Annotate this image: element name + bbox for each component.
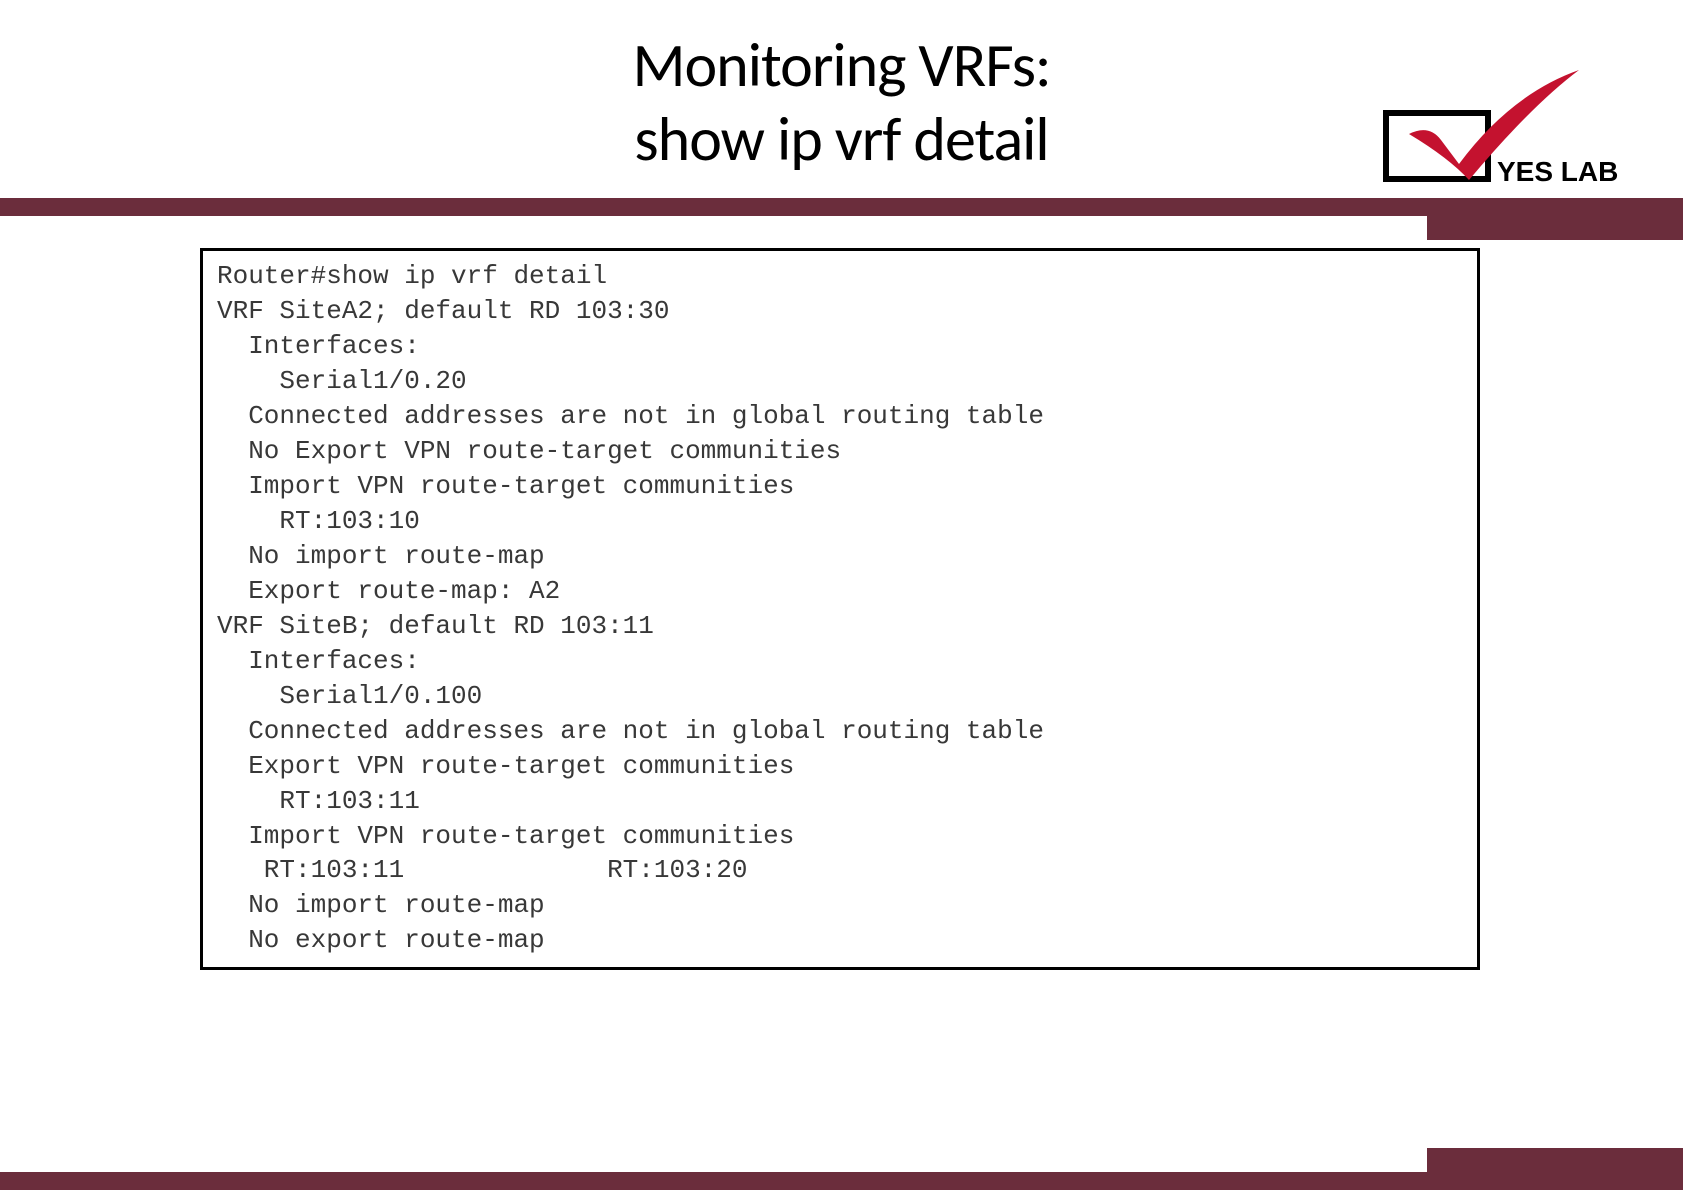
code-line: RT:103:10 <box>217 504 1463 539</box>
code-line: RT:103:11 RT:103:20 <box>217 853 1463 888</box>
code-line: No import route-map <box>217 539 1463 574</box>
code-line: Export VPN route-target communities <box>217 749 1463 784</box>
top-divider-accent <box>1427 198 1683 240</box>
code-line: Import VPN route-target communities <box>217 469 1463 504</box>
code-line: No Export VPN route-target communities <box>217 434 1463 469</box>
code-line: No import route-map <box>217 888 1463 923</box>
code-line: Serial1/0.100 <box>217 679 1463 714</box>
code-line: RT:103:11 <box>217 784 1463 819</box>
code-line: Interfaces: <box>217 644 1463 679</box>
code-line: Import VPN route-target communities <box>217 819 1463 854</box>
bottom-divider-accent <box>1427 1148 1683 1190</box>
code-line: Serial1/0.20 <box>217 364 1463 399</box>
logo-text: YES LAB <box>1497 156 1618 188</box>
code-content: Router#show ip vrf detail VRF SiteA2; de… <box>217 259 1463 958</box>
code-line: Connected addresses are not in global ro… <box>217 399 1463 434</box>
code-line: Export route-map: A2 <box>217 574 1463 609</box>
terminal-output: Router#show ip vrf detail VRF SiteA2; de… <box>200 248 1480 970</box>
code-line: Interfaces: <box>217 329 1463 364</box>
code-line: Connected addresses are not in global ro… <box>217 714 1463 749</box>
code-line: No export route-map <box>217 923 1463 958</box>
yes-lab-logo: YES LAB <box>1383 62 1643 192</box>
code-line: Router#show ip vrf detail <box>217 259 1463 294</box>
code-line: VRF SiteA2; default RD 103:30 <box>217 294 1463 329</box>
code-line: VRF SiteB; default RD 103:11 <box>217 609 1463 644</box>
